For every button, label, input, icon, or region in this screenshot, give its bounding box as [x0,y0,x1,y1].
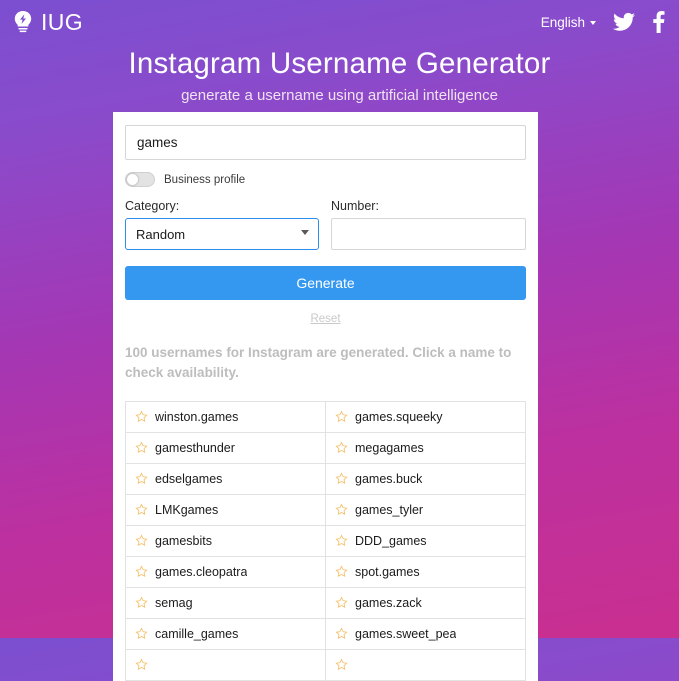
twitter-icon[interactable] [613,12,635,32]
generate-button[interactable]: Generate [125,266,526,300]
business-profile-toggle[interactable] [125,172,155,187]
list-item[interactable] [126,649,326,681]
results-column-right: games.squeeky megagames games.buck games… [326,401,526,681]
list-item[interactable] [326,649,526,681]
list-item[interactable]: LMKgames [126,494,326,526]
list-item[interactable]: semag [126,587,326,619]
category-select[interactable]: Random [125,218,319,250]
star-outline-icon[interactable] [135,627,148,640]
results-column-left: winston.games gamesthunder edselgames LM… [126,401,326,681]
keyword-input[interactable] [125,125,526,160]
category-field: Category: Random [125,199,319,250]
username-label: games.buck [355,471,423,486]
username-label: semag [155,595,193,610]
page-title: Instagram Username Generator [128,47,551,80]
username-label: LMKgames [155,502,219,517]
star-outline-icon[interactable] [335,503,348,516]
list-item[interactable]: camille_games [126,618,326,650]
star-outline-icon[interactable] [335,472,348,485]
reset-row: Reset [125,309,526,327]
list-item[interactable]: games.zack [326,587,526,619]
number-input[interactable] [331,218,526,250]
list-item[interactable]: gamesbits [126,525,326,557]
business-profile-label: Business profile [164,173,246,186]
username-label: games.cleopatra [155,564,248,579]
list-item[interactable]: edselgames [126,463,326,495]
star-outline-icon[interactable] [335,658,348,671]
page-root: IUG English Instagram Username Generator… [0,0,679,681]
list-item[interactable]: games.sweet_pea [326,618,526,650]
number-field: Number: [331,199,526,250]
star-outline-icon[interactable] [135,658,148,671]
username-label: games.sweet_pea [355,626,457,641]
username-label: games.squeeky [355,409,443,424]
form-fields: Category: Random Number: [125,199,526,250]
star-outline-icon[interactable] [135,441,148,454]
star-outline-icon[interactable] [335,596,348,609]
list-item[interactable]: games.buck [326,463,526,495]
language-label: English [540,14,585,30]
username-label: winston.games [155,409,239,424]
brand-name: IUG [41,8,84,35]
category-selected-value: Random [136,226,186,242]
star-outline-icon[interactable] [135,472,148,485]
star-outline-icon[interactable] [335,534,348,547]
username-label: edselgames [155,471,223,486]
results-grid: winston.games gamesthunder edselgames LM… [125,400,526,681]
category-label: Category: [125,199,180,213]
chevron-down-icon [590,21,596,25]
username-label: gamesbits [155,533,212,548]
list-item[interactable]: spot.games [326,556,526,588]
list-item[interactable]: games.cleopatra [126,556,326,588]
hero-section: Instagram Username Generator generate a … [0,44,679,104]
reset-link[interactable]: Reset [310,313,340,325]
facebook-icon[interactable] [652,11,665,33]
username-label: camille_games [155,626,239,641]
star-outline-icon[interactable] [135,565,148,578]
username-label: games_tyler [355,502,424,517]
star-outline-icon[interactable] [335,627,348,640]
star-outline-icon[interactable] [135,503,148,516]
username-label: games.zack [355,595,422,610]
star-outline-icon[interactable] [135,534,148,547]
chevron-down-icon [301,230,309,235]
generator-card: Business profile Category: Random Number… [113,112,538,681]
username-label: megagames [355,440,424,455]
star-outline-icon[interactable] [335,441,348,454]
list-item[interactable]: games.squeeky [326,401,526,433]
list-item[interactable]: megagames [326,432,526,464]
star-outline-icon[interactable] [335,565,348,578]
top-bar: IUG English [0,0,679,44]
star-outline-icon[interactable] [135,596,148,609]
username-label: DDD_games [355,533,427,548]
username-label: gamesthunder [155,440,235,455]
brand-logo[interactable]: IUG [12,10,83,34]
list-item[interactable]: winston.games [126,401,326,433]
star-outline-icon[interactable] [335,410,348,423]
toggle-knob [127,174,138,185]
number-label: Number: [331,199,379,213]
list-item[interactable]: games_tyler [326,494,526,526]
lightbulb-icon [14,11,32,33]
top-bar-actions: English [541,11,665,33]
business-profile-row: Business profile [125,172,526,187]
username-label: spot.games [355,564,420,579]
language-selector[interactable]: English [541,15,596,30]
page-subtitle: generate a username using artificial int… [181,87,498,105]
results-status-text: 100 usernames for Instagram are generate… [125,345,512,381]
list-item[interactable]: gamesthunder [126,432,326,464]
list-item[interactable]: DDD_games [326,525,526,557]
star-outline-icon[interactable] [135,410,148,423]
